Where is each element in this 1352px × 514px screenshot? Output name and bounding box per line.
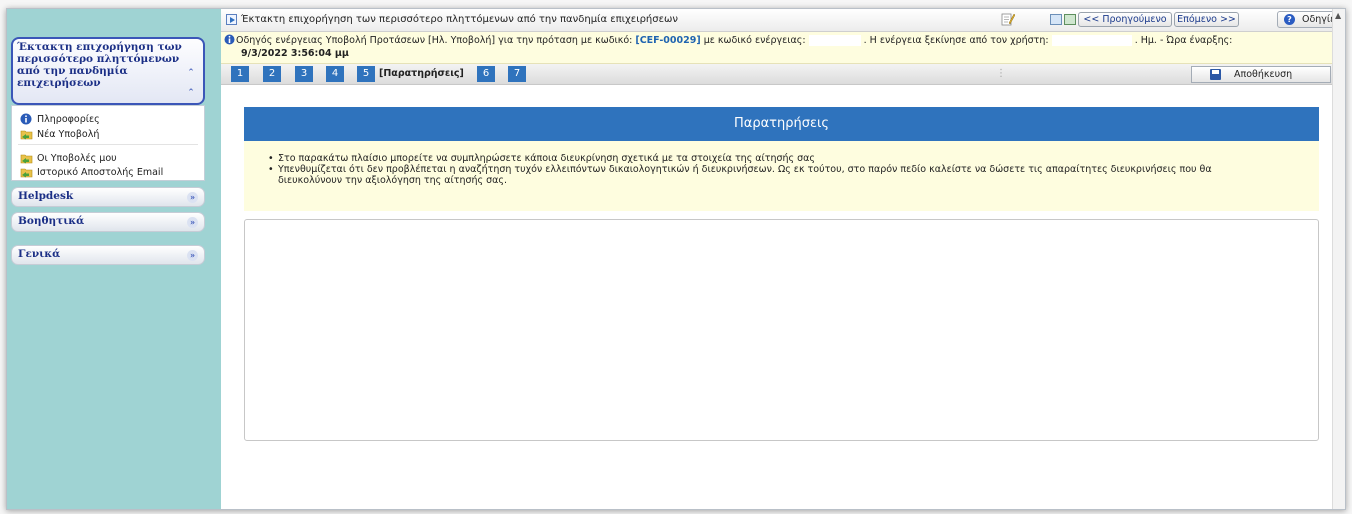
sidebar-item-new-submission[interactable]: Νέα Υποβολή: [20, 127, 99, 141]
help-icon: ?: [1284, 14, 1295, 25]
chevron-down-icon[interactable]: »: [187, 250, 198, 261]
scroll-up-icon[interactable]: ▲: [1335, 11, 1341, 20]
sidebar-item-label: Οι Υποβολές μου: [37, 152, 117, 164]
step-5[interactable]: 5: [357, 66, 375, 82]
folder-arrow-icon: [20, 166, 33, 178]
page-title: Έκτακτη επιχορήγηση των περισσότερο πλητ…: [241, 14, 678, 25]
note-item: Υπενθυμίζεται ότι δεν προβλέπεται η αναζ…: [268, 164, 1309, 175]
info-user-label: . Η ενέργεια ξεκίνησε από τον χρήστη:: [863, 35, 1049, 46]
sidebar-section-tools[interactable]: Βοηθητικά »: [11, 212, 205, 232]
edit-icon[interactable]: [1001, 12, 1016, 26]
info-text: Οδηγός ενέργειας Υποβολή Προτάσεων [Ηλ. …: [236, 35, 1232, 46]
sidebar-section-general[interactable]: Γενικά »: [11, 245, 205, 265]
step-6[interactable]: 6: [477, 66, 495, 82]
menu-divider: [18, 144, 198, 145]
info-date-label: . Ημ. - Ώρα έναρξης:: [1134, 35, 1233, 46]
save-button[interactable]: Αποθήκευση: [1191, 66, 1331, 83]
sidebar-section-helpdesk[interactable]: Helpdesk »: [11, 187, 205, 207]
collapse-up-icon[interactable]: ⌃: [185, 67, 197, 79]
save-icon: [1210, 69, 1221, 80]
current-step-label: [Παρατηρήσεις]: [379, 68, 464, 79]
help-button[interactable]: ? Οδηγίες: [1277, 11, 1341, 28]
step-4[interactable]: 4: [326, 66, 344, 82]
notes-panel: Στο παρακάτω πλαίσιο μπορείτε να συμπληρ…: [244, 141, 1319, 211]
step-navigation: 1 2 3 4 5 [Παρατηρήσεις] 6 7 ⋮ Αποθήκευσ…: [221, 64, 1345, 85]
sidebar-section-label: Βοηθητικά: [18, 215, 85, 227]
next-button[interactable]: Επόμενο >>: [1174, 12, 1239, 27]
folder-arrow-icon: [20, 152, 33, 164]
main-content: Έκτακτη επιχορήγηση των περισσότερο πλητ…: [221, 9, 1345, 509]
step-2[interactable]: 2: [263, 66, 281, 82]
info-prefix: Οδηγός ενέργειας Υποβολή Προτάσεων [Ηλ. …: [236, 35, 633, 46]
info-action-code-label: με κωδικό ενέργειας:: [703, 35, 806, 46]
action-code-value: [808, 35, 861, 46]
sidebar-panel-active[interactable]: Έκτακτη επιχορήγηση των περισσότερο πλητ…: [11, 37, 205, 105]
step-7[interactable]: 7: [508, 66, 526, 82]
application-window: Έκτακτη επιχορήγηση των περισσότερο πλητ…: [6, 8, 1346, 510]
section-title: Παρατηρήσεις: [244, 107, 1319, 141]
sidebar: Έκτακτη επιχορήγηση των περισσότερο πλητ…: [7, 9, 221, 509]
previous-button[interactable]: << Προηγούμενο: [1078, 12, 1172, 27]
sidebar-section-label: Γενικά: [18, 248, 61, 260]
step-3[interactable]: 3: [295, 66, 313, 82]
sidebar-item-label: Πληροφορίες: [37, 113, 100, 125]
play-icon: [226, 14, 237, 25]
collapse-up-icon[interactable]: ⌃: [185, 87, 197, 99]
sidebar-item-label: Ιστορικό Αποστολής Email: [37, 166, 164, 178]
sidebar-item-info[interactable]: Πληροφορίες: [20, 112, 100, 126]
info-bar: Οδηγός ενέργειας Υποβολή Προτάσεων [Ηλ. …: [221, 32, 1345, 64]
toolbar-divider: ⋮: [996, 68, 1006, 79]
sidebar-panel-title: Έκτακτη επιχορήγηση των περισσότερο πλητ…: [17, 41, 182, 89]
image-icon[interactable]: [1064, 14, 1076, 25]
sidebar-item-my-submissions[interactable]: Οι Υποβολές μου: [20, 151, 117, 165]
remarks-textarea[interactable]: [244, 219, 1319, 441]
folder-arrow-icon: [20, 128, 33, 140]
note-item-continuation: διευκολύνουν την αξιολόγηση της αίτησής …: [278, 175, 507, 186]
top-toolbar: Έκτακτη επιχορήγηση των περισσότερο πλητ…: [221, 9, 1345, 32]
vertical-scrollbar[interactable]: ▲: [1332, 9, 1345, 509]
proposal-code: [CEF-00029]: [635, 35, 701, 46]
sidebar-menu: Πληροφορίες Νέα Υποβολή Οι Υποβολές μου: [11, 105, 205, 181]
user-value: [1051, 35, 1132, 46]
step-1[interactable]: 1: [231, 66, 249, 82]
sidebar-item-label: Νέα Υποβολή: [37, 128, 100, 140]
note-item: Στο παρακάτω πλαίσιο μπορείτε να συμπληρ…: [268, 153, 1309, 164]
sidebar-section-label: Helpdesk: [18, 190, 74, 202]
chevron-down-icon[interactable]: »: [187, 217, 198, 228]
info-icon: [20, 113, 33, 125]
sidebar-item-email-history[interactable]: Ιστορικό Αποστολής Email: [20, 165, 163, 179]
save-label: Αποθήκευση: [1234, 69, 1293, 80]
info-arrow-icon: [224, 34, 235, 46]
start-datetime: 9/3/2022 3:56:04 μμ: [241, 48, 349, 59]
chevron-down-icon[interactable]: »: [187, 192, 198, 203]
table-icon[interactable]: [1050, 14, 1062, 25]
